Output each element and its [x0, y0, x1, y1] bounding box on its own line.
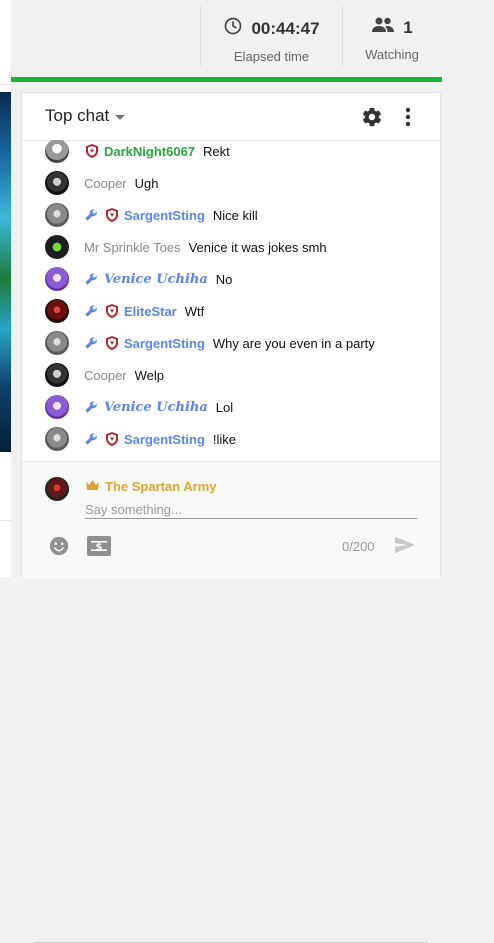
elapsed-time-label: Elapsed time: [233, 49, 310, 64]
chat-message: Mr Sprinkle Toes Venice it was jokes smh: [45, 234, 327, 260]
watching-label: Watching: [365, 47, 419, 62]
left-top-card: [0, 0, 11, 85]
message-text: Venice it was jokes smh: [188, 239, 327, 255]
avatar[interactable]: [45, 203, 69, 227]
chat-message: Cooper Ugh: [45, 170, 159, 196]
shield-badge-icon: [104, 335, 120, 351]
current-user-label: The Spartan Army: [105, 479, 217, 494]
shield-badge-icon: [84, 143, 100, 159]
chat-message: SargentSting Nice kill: [45, 202, 258, 228]
left-bottom-card: [0, 520, 11, 577]
top-chat-label: Top chat: [45, 106, 110, 125]
gear-icon[interactable]: [361, 106, 383, 133]
avatar[interactable]: [45, 299, 69, 323]
chat-message: Venice Uchiha Lol: [45, 394, 233, 420]
avatar: [45, 477, 69, 501]
wrench-icon: [84, 336, 98, 350]
avatar[interactable]: [45, 267, 69, 291]
message-author[interactable]: Cooper: [84, 176, 127, 191]
watching-stat: 1 Watching: [342, 6, 442, 66]
message-text: Ugh: [134, 175, 159, 191]
top-chat-dropdown[interactable]: Top chat: [45, 106, 126, 126]
avatar[interactable]: [45, 363, 69, 387]
message-author[interactable]: SargentSting: [124, 336, 205, 351]
wrench-icon: [84, 400, 98, 414]
avatar[interactable]: [45, 427, 69, 451]
message-text: Lol: [215, 399, 234, 415]
wrench-icon: [84, 272, 98, 286]
chat-input-area: The Spartan Army $ 0/200: [22, 461, 440, 943]
svg-text:$: $: [96, 542, 103, 553]
message-author[interactable]: Venice Uchiha: [104, 400, 208, 415]
video-player-edge[interactable]: [0, 92, 11, 452]
chat-message-input[interactable]: [85, 500, 417, 519]
avatar[interactable]: [45, 235, 69, 259]
message-text: Wtf: [184, 303, 205, 319]
emoji-icon[interactable]: [48, 535, 70, 562]
chat-header: Top chat: [22, 93, 440, 141]
message-author[interactable]: EliteStar: [124, 304, 177, 319]
current-user-name: The Spartan Army: [85, 479, 217, 494]
shield-badge-icon: [104, 303, 120, 319]
chat-message: SargentSting !like: [45, 426, 236, 452]
wrench-icon: [84, 304, 98, 318]
chat-message: DarkNight6067 Rekt: [45, 140, 230, 164]
message-text: Why are you even in a party: [212, 335, 375, 351]
avatar[interactable]: [45, 331, 69, 355]
chat-message-list[interactable]: DarkNight6067 Rekt Cooper Ugh SargentSti…: [22, 140, 440, 460]
message-author[interactable]: Venice Uchiha: [104, 272, 208, 287]
message-text: Nice kill: [212, 207, 258, 223]
message-text: Rekt: [203, 143, 230, 159]
live-chat-panel: Top chat DarkNight6067 Rekt Cooper Ugh S…: [21, 92, 441, 943]
message-author[interactable]: Mr Sprinkle Toes: [84, 240, 181, 255]
message-author[interactable]: Cooper: [84, 368, 127, 383]
chat-message: EliteStar Wtf: [45, 298, 204, 324]
chat-message: SargentSting Why are you even in a party: [45, 330, 375, 356]
wrench-icon: [84, 208, 98, 222]
elapsed-time-value: 00:44:47: [251, 18, 320, 38]
crown-icon: [85, 479, 100, 494]
people-icon: [371, 16, 395, 39]
send-icon[interactable]: [394, 535, 416, 560]
chevron-down-icon: [115, 114, 126, 120]
wrench-icon: [84, 432, 98, 446]
character-counter: 0/200: [342, 539, 375, 554]
avatar[interactable]: [45, 395, 69, 419]
message-text: !like: [212, 431, 237, 447]
shield-badge-icon: [104, 207, 120, 223]
watching-value: 1: [403, 17, 413, 37]
progress-bar: [11, 77, 442, 82]
avatar[interactable]: [45, 140, 69, 163]
more-options-icon[interactable]: [405, 107, 411, 132]
shield-badge-icon: [104, 431, 120, 447]
message-author[interactable]: SargentSting: [124, 432, 205, 447]
avatar[interactable]: [45, 171, 69, 195]
message-author[interactable]: SargentSting: [124, 208, 205, 223]
message-text: No: [215, 271, 233, 287]
chat-message: Cooper Welp: [45, 362, 164, 388]
message-author[interactable]: DarkNight6067: [104, 144, 195, 159]
chat-message: Venice Uchiha No: [45, 266, 232, 292]
super-chat-icon[interactable]: $: [87, 536, 111, 561]
elapsed-time-stat: 00:44:47 Elapsed time: [200, 6, 343, 66]
stream-stats: 00:44:47 Elapsed time 1 Watching: [200, 6, 442, 66]
message-text: Welp: [134, 367, 165, 383]
clock-icon: [223, 16, 243, 41]
